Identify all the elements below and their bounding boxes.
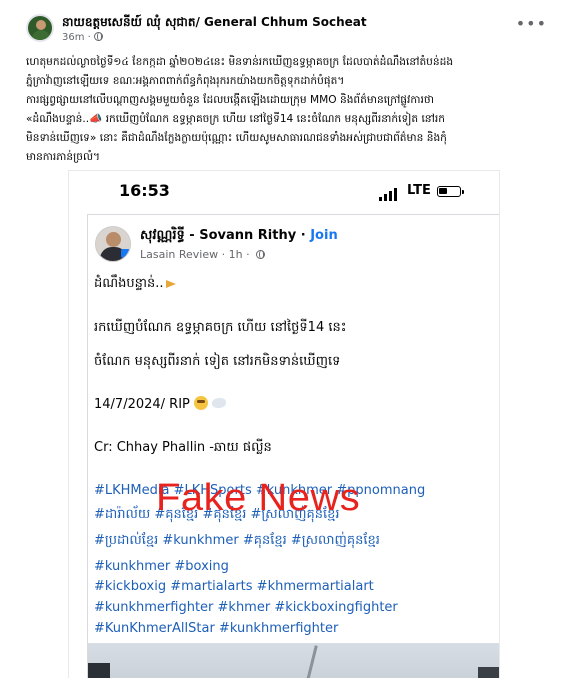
post-paragraph: ហេតុមកដល់ល្ងាចថ្ងៃទី១៤ ខែកក្កដា ឆ្នាំ២០២… bbox=[26, 56, 454, 68]
post-meta: 36m · bbox=[62, 32, 103, 43]
post-paragraph: មានការភាន់ច្រលំ។ bbox=[26, 151, 101, 163]
more-options-icon[interactable]: ••• bbox=[516, 14, 547, 33]
image-shadow-right bbox=[478, 667, 499, 678]
shared-date-line: 14/7/2024/ RIP bbox=[94, 394, 227, 416]
hashtag-line: #kunkhmerfighter #khmer #kickboxingfight… bbox=[94, 600, 398, 615]
page-name[interactable]: នាយឧត្តមសេនីយ៍ ឈុំ សុជាត/ General Chhum … bbox=[62, 14, 367, 32]
hashtag-line: #kunkhmer #boxing bbox=[94, 559, 229, 574]
hashtag-line: #kickboxig #martialarts #khmermartialart bbox=[94, 579, 374, 594]
phone-status-bar: 16:53 LTE bbox=[69, 171, 499, 211]
dove-icon bbox=[212, 398, 227, 408]
author-name: សុវណ្ណរិទ្ធី - Sovann Rithy · Join bbox=[140, 228, 338, 243]
post-paragraph: «ដំណឹងបន្ទាន់..📣 រកឃើញបំណែក ឧទ្ធម្ភាគចក្… bbox=[26, 113, 445, 125]
post-paragraph: ភ្នំក្រាវ៉ាញនៅឡើយទេ ខណៈអង្គភាពពាក់ព័ន្ធក… bbox=[26, 75, 345, 87]
page-name-english[interactable]: General Chhum Socheat bbox=[204, 15, 367, 29]
shared-post-meta: Lasain Review · 1h · bbox=[140, 248, 266, 261]
attached-screenshot[interactable]: 16:53 LTE សុវណ្ណរិទ្ធី - Sovann Rithy · … bbox=[68, 170, 500, 678]
avatar-body bbox=[32, 30, 50, 40]
shared-line-3: ចំណែក មនុស្សពីរនាក់ ទៀត នៅរកមិនទាន់ឃើញទេ bbox=[94, 354, 341, 369]
post-paragraph: មិនទាន់ឃើញទេ» នោះ គឺជាដំណឹងក្លែងក្លាយប៉ុ… bbox=[26, 132, 447, 144]
hashtag-line: #ប្រដាល់ខ្មែរ #kunkhmer #គុនខ្មែរ #ស្រលា… bbox=[94, 533, 380, 548]
globe-icon bbox=[256, 250, 266, 259]
image-shadow-left bbox=[88, 663, 110, 678]
page-name-separator: / bbox=[195, 15, 200, 29]
post-text: ហេតុមកដល់ល្ងាចថ្ងៃទី១៤ ខែកក្កដា ឆ្នាំ២០២… bbox=[26, 54, 550, 168]
shared-post-time: 1h bbox=[228, 248, 243, 261]
network-label: LTE bbox=[407, 183, 431, 198]
post-time[interactable]: 36m bbox=[62, 32, 84, 43]
status-clock: 16:53 bbox=[119, 181, 170, 200]
shared-post: សុវណ្ណរិទ្ធី - Sovann Rithy · Join Lasai… bbox=[87, 214, 499, 678]
author-name-khmer: សុវណ្ណរិទ្ធី bbox=[140, 228, 185, 243]
shared-credit-line: Cr: Chhay Phallin -ឆាយ ផល្លីន bbox=[94, 440, 272, 455]
page-name-khmer[interactable]: នាយឧត្តមសេនីយ៍ ឈុំ សុជាត bbox=[62, 15, 195, 29]
post-header: នាយឧត្តមសេនីយ៍ ឈុំ សុជាត/ General Chhum … bbox=[0, 0, 565, 50]
shared-line-2: រកឃើញបំណែក ឧទ្ធម្ភាគចក្រ ហើយ នៅថ្ងៃទី14 … bbox=[94, 320, 347, 335]
pleading-face-icon bbox=[194, 396, 209, 410]
signal-bars-icon bbox=[379, 187, 403, 201]
group-name: Lasain Review bbox=[140, 248, 219, 261]
join-link: Join bbox=[310, 228, 338, 243]
author-name-english: Sovann Rithy bbox=[199, 228, 297, 243]
megaphone-icon bbox=[166, 278, 180, 288]
shared-line-1: ដំណឹងបន្ទាន់.. bbox=[94, 273, 180, 295]
author-avatar bbox=[95, 226, 131, 262]
hashtag-line: #KunKhmerAllStar #kunkhmerfighter bbox=[94, 621, 339, 636]
post-paragraph: ការផ្សព្វផ្សាយនៅលើបណ្ដាញសង្គមមួយចំនួន ដែ… bbox=[26, 94, 434, 106]
avatar-face bbox=[36, 20, 46, 30]
fake-news-stamp: Fake News bbox=[156, 477, 361, 519]
globe-icon bbox=[93, 32, 103, 41]
battery-icon bbox=[437, 186, 464, 197]
group-badge-icon bbox=[121, 249, 130, 258]
shared-image-preview bbox=[88, 643, 499, 678]
page-avatar[interactable] bbox=[26, 14, 54, 42]
